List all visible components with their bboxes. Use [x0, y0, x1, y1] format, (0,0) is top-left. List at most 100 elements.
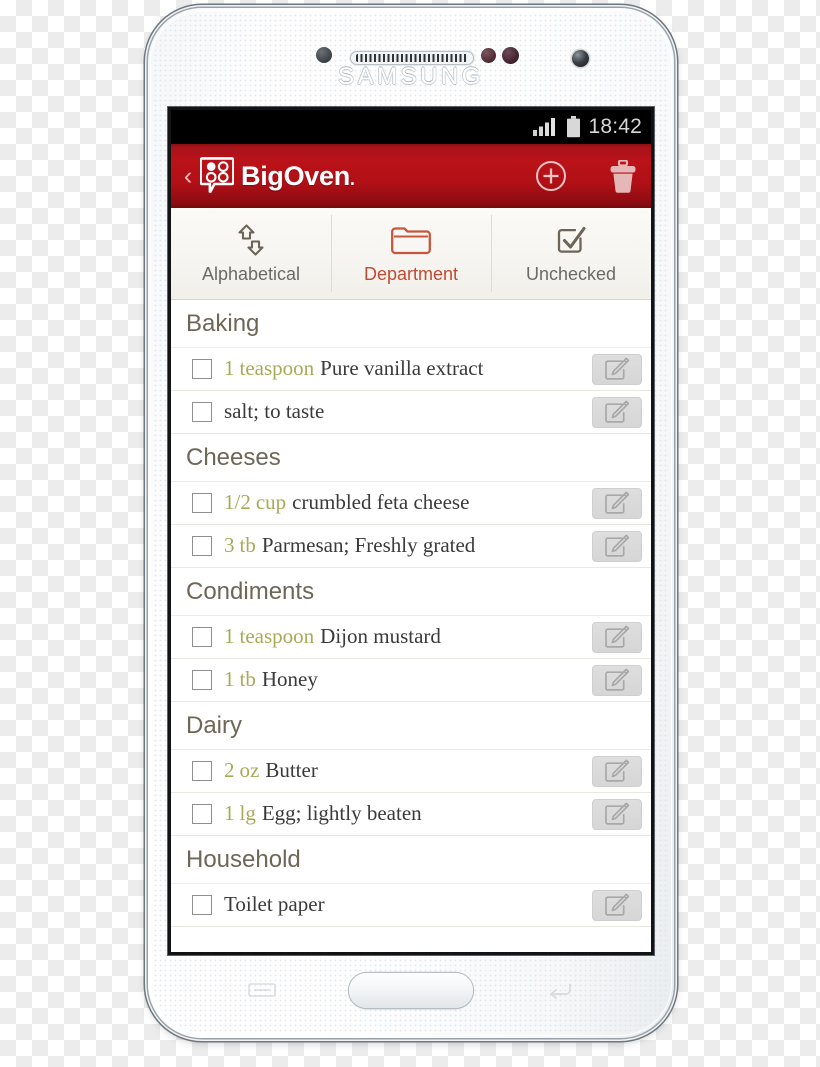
light-sensor-icon [481, 48, 496, 63]
item-text: 1 teaspoon Pure vanilla extract [224, 357, 592, 380]
item-quantity: 2 [224, 759, 235, 783]
tab-label-alphabetical: Alphabetical [201, 263, 301, 284]
item-checkbox[interactable] [192, 895, 212, 915]
edit-item-button[interactable] [592, 798, 642, 830]
item-text: 1 teaspoon Dijon mustard [224, 625, 592, 648]
edit-item-button[interactable] [592, 487, 642, 519]
item-name: Egg; lightly beaten [261, 802, 422, 826]
item-name: Toilet paper [224, 893, 325, 917]
phone-device: SAMSUNG 18:42 ‹ BigOven. Alphabetical De… [148, 8, 674, 1038]
edit-item-button[interactable] [592, 353, 642, 385]
signal-bars-icon [533, 118, 556, 136]
grocery-list-row[interactable]: 1 teaspoon Dijon mustard [171, 616, 651, 659]
item-quantity: 3 [224, 534, 235, 558]
edit-item-button[interactable] [592, 530, 642, 562]
item-text: Toilet paper [224, 893, 592, 916]
grocery-list-row[interactable]: Toilet paper [171, 884, 651, 927]
grocery-list-row[interactable]: 1 lg Egg; lightly beaten [171, 793, 651, 836]
grocery-list: Baking 1 teaspoon Pure vanilla extract salt… [171, 300, 651, 927]
item-checkbox[interactable] [192, 536, 212, 556]
item-name: salt; to taste [224, 400, 325, 424]
screenshot-canvas: SAMSUNG 18:42 ‹ BigOven. Alphabetical De… [0, 0, 820, 1067]
bigoven-wordmark-period: . [349, 168, 355, 189]
item-checkbox[interactable] [192, 627, 212, 647]
tab-label-unchecked: Unchecked [525, 263, 617, 284]
tab-label-department: Department [363, 263, 459, 284]
item-unit: teaspoon [239, 625, 315, 649]
item-quantity: 1 [224, 668, 235, 692]
pencil-square-icon [605, 491, 630, 514]
pencil-square-icon [605, 802, 630, 825]
pencil-square-icon [605, 668, 630, 691]
folder-icon [391, 226, 431, 254]
item-unit: teaspoon [239, 357, 315, 381]
item-text: 1 lg Egg; lightly beaten [224, 802, 592, 825]
pencil-square-icon [605, 534, 630, 557]
sort-arrows-icon [238, 223, 264, 256]
tab-department[interactable]: Department [331, 208, 491, 299]
menu-key-icon[interactable] [248, 981, 276, 999]
back-key-icon[interactable] [546, 981, 574, 999]
grocery-list-row[interactable]: 1 teaspoon Pure vanilla extract [171, 348, 651, 391]
item-quantity: 1 [224, 802, 235, 826]
back-navigation-button[interactable]: ‹ [177, 163, 199, 189]
item-checkbox[interactable] [192, 359, 212, 379]
item-name: Parmesan; Freshly grated [261, 534, 476, 558]
bigoven-logo-lockup[interactable]: BigOven. [200, 157, 355, 195]
grocery-list-row[interactable]: salt; to taste [171, 391, 651, 434]
item-checkbox[interactable] [192, 761, 212, 781]
bigoven-logo-icon [200, 157, 234, 194]
edit-item-button[interactable] [592, 664, 642, 696]
item-unit: cup [255, 491, 287, 515]
delete-button[interactable] [609, 159, 637, 193]
item-text: 3 tb Parmesan; Freshly grated [224, 534, 592, 557]
home-button[interactable] [349, 973, 473, 1008]
edit-item-button[interactable] [592, 755, 642, 787]
proximity-sensor-icon [316, 47, 332, 63]
pencil-square-icon [605, 400, 630, 423]
add-item-button[interactable] [535, 160, 567, 192]
edit-item-button[interactable] [592, 889, 642, 921]
grocery-list-row[interactable]: 1/2 cup crumbled feta cheese [171, 482, 651, 525]
item-unit: oz [239, 759, 260, 783]
item-unit: tb [239, 668, 256, 692]
item-quantity: 1 [224, 625, 235, 649]
item-name: Pure vanilla extract [320, 357, 484, 381]
edit-item-button[interactable] [592, 396, 642, 428]
pencil-square-icon [605, 759, 630, 782]
item-text: 1 tb Honey [224, 668, 592, 691]
speaker-grille [356, 54, 468, 62]
item-checkbox[interactable] [192, 402, 212, 422]
pencil-square-icon [605, 625, 630, 648]
item-unit: tb [239, 534, 256, 558]
section-header: Cheeses [171, 434, 651, 482]
tab-unchecked[interactable]: Unchecked [491, 208, 651, 299]
section-header: Dairy [171, 702, 651, 750]
battery-icon [567, 116, 581, 138]
checkbox-checked-icon [557, 226, 586, 253]
item-name: Honey [261, 668, 318, 692]
android-status-bar: 18:42 [171, 110, 651, 144]
item-quantity: 1/2 [224, 491, 251, 515]
header-action-group [535, 159, 637, 193]
pencil-square-icon [605, 357, 630, 380]
item-name: Dijon mustard [320, 625, 441, 649]
item-name: Butter [265, 759, 318, 783]
item-quantity: 1 [224, 357, 235, 381]
item-unit: lg [239, 802, 256, 826]
grocery-list-row[interactable]: 3 tb Parmesan; Freshly grated [171, 525, 651, 568]
item-name: crumbled feta cheese [292, 491, 470, 515]
tab-alphabetical[interactable]: Alphabetical [171, 208, 331, 299]
front-camera-icon [502, 47, 519, 64]
section-header: Condiments [171, 568, 651, 616]
grocery-list-row[interactable]: 1 tb Honey [171, 659, 651, 702]
section-header: Baking [171, 300, 651, 348]
item-text: 2 oz Butter [224, 759, 592, 782]
edit-item-button[interactable] [592, 621, 642, 653]
item-checkbox[interactable] [192, 804, 212, 824]
pencil-square-icon [605, 893, 630, 916]
grocery-list-row[interactable]: 2 oz Butter [171, 750, 651, 793]
item-checkbox[interactable] [192, 493, 212, 513]
status-bar-clock: 18:42 [588, 114, 642, 138]
item-checkbox[interactable] [192, 670, 212, 690]
